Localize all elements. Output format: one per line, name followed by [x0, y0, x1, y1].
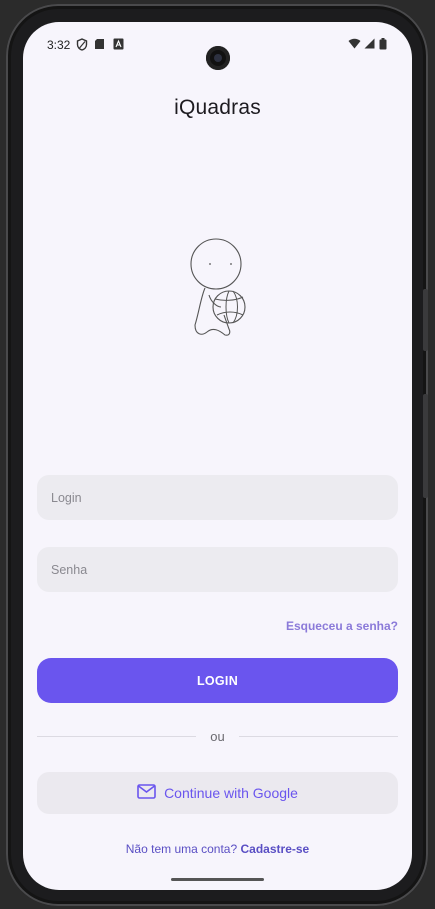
signup-prompt: Não tem uma conta? Cadastre-se [23, 842, 412, 856]
no-account-text: Não tem uma conta? [125, 842, 238, 856]
forgot-password-link[interactable]: Esqueceu a senha? [286, 619, 398, 633]
a-badge-icon [113, 38, 124, 53]
sd-card-icon [94, 38, 105, 53]
home-indicator[interactable] [171, 878, 264, 881]
volume-button [423, 289, 428, 351]
divider-right [239, 736, 398, 737]
status-bar: 3:32 [23, 35, 412, 70]
password-field[interactable] [37, 547, 398, 592]
login-field[interactable] [37, 475, 398, 520]
shield-icon [76, 38, 88, 54]
battery-icon [379, 38, 387, 53]
wifi-icon [348, 38, 361, 52]
app-screen: 3:32 iQuadras Login Esqueceu a senha? LO… [23, 22, 412, 890]
status-time: 3:32 [47, 38, 71, 52]
mail-icon [137, 784, 156, 802]
login-button[interactable]: LOGIN [37, 658, 398, 703]
google-signin-button[interactable]: Continue with Google [37, 772, 398, 814]
password-input[interactable] [37, 547, 398, 592]
signal-icon [364, 38, 375, 52]
login-input[interactable] [37, 475, 398, 520]
app-title: iQuadras [174, 96, 261, 119]
power-button [423, 394, 428, 498]
front-camera [206, 46, 230, 70]
google-button-label: Continue with Google [164, 785, 298, 801]
signup-link[interactable]: Cadastre-se [241, 842, 310, 856]
mascot-illustration [183, 237, 253, 337]
